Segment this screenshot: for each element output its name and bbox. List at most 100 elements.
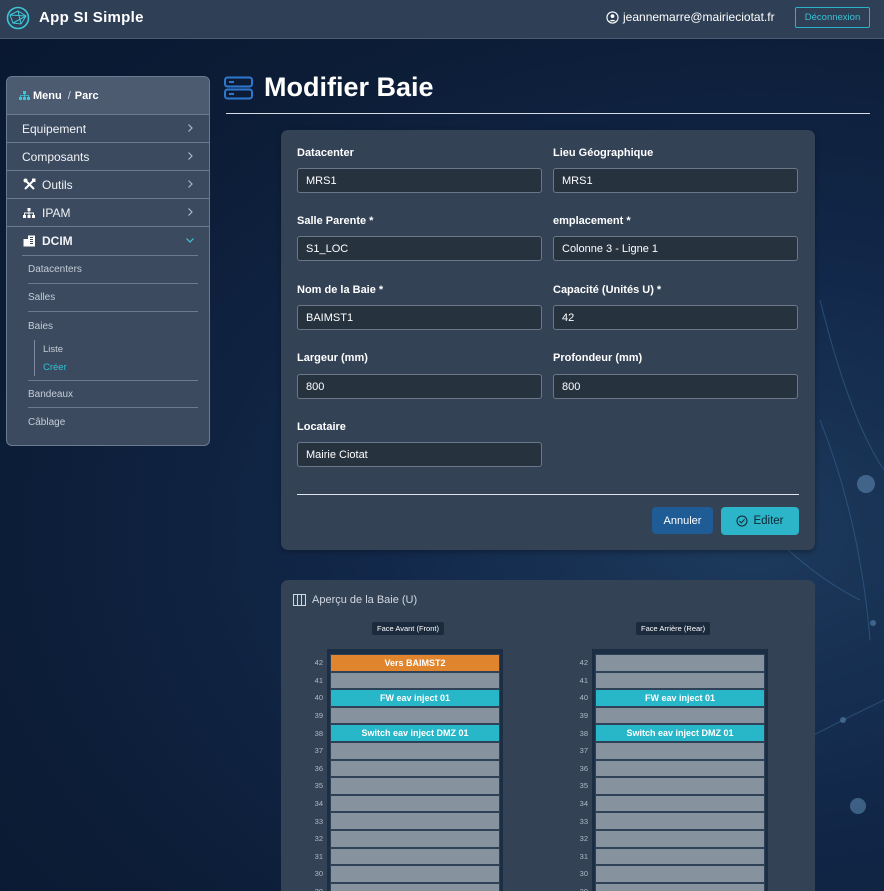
unit-number: 33 <box>314 816 323 826</box>
rack-device-slot[interactable]: Vers BAIMST2 <box>330 654 500 672</box>
rack-device-slot[interactable]: Switch eav inject DMZ 01 <box>595 724 765 742</box>
top-bar: App SI Simple jeannemarre@mairieciotat.f… <box>0 0 884 39</box>
logout-button[interactable]: Déconnexion <box>795 7 870 28</box>
rack-empty-slot[interactable] <box>595 847 765 866</box>
lieu-field[interactable]: MRS1 <box>553 168 798 193</box>
unit-number: 32 <box>579 834 588 844</box>
capacite-field[interactable]: 42 <box>553 305 798 330</box>
rack-empty-slot[interactable] <box>330 777 500 795</box>
unit-number: 32 <box>314 834 323 844</box>
unit-number: 36 <box>314 763 323 773</box>
emplacement-field[interactable]: Colonne 3 - Ligne 1 <box>553 236 798 261</box>
rack-empty-slot[interactable] <box>595 865 765 883</box>
sidebar-sub-datacenters[interactable]: Datacenters <box>28 256 198 284</box>
rack-empty-slot[interactable] <box>330 865 500 883</box>
rack-empty-slot[interactable] <box>330 759 500 778</box>
unit-number: 41 <box>579 675 588 685</box>
sidebar-item-outils[interactable]: Outils <box>7 171 209 199</box>
rack-empty-slot[interactable] <box>595 671 765 690</box>
sidebar-item-dcim[interactable]: DCIM <box>7 227 209 255</box>
rack-empty-slot[interactable] <box>330 794 500 813</box>
tools-icon <box>22 178 36 192</box>
rack-empty-slot[interactable] <box>330 829 500 848</box>
sidebar-sub-bandeaux[interactable]: Bandeaux <box>28 380 198 408</box>
rear-unit-numbers: 424140393837363534333231302928 <box>569 654 591 891</box>
page-title: Modifier Baie <box>264 72 434 102</box>
rack-empty-slot[interactable] <box>330 671 500 690</box>
nom-label: Nom de la Baie * <box>297 284 384 296</box>
breadcrumb-root[interactable]: Menu <box>33 90 62 102</box>
unit-number: 39 <box>314 711 323 721</box>
sidebar-leaf-liste[interactable]: Liste <box>43 340 198 358</box>
rack-empty-slot[interactable] <box>595 654 765 672</box>
unit-number: 37 <box>579 746 588 756</box>
rack-preview-panel: Aperçu de la Baie (U) Face Avant (Front)… <box>281 580 815 891</box>
rack-empty-slot[interactable] <box>595 882 765 891</box>
rack-device-slot[interactable]: FW eav inject 01 <box>330 689 500 707</box>
rack-empty-slot[interactable] <box>595 759 765 778</box>
unit-number: 41 <box>314 675 323 685</box>
rear-rack: FW eav inject 01 Switch eav inject DMZ 01 <box>592 649 768 891</box>
rack-device-slot[interactable]: Switch eav inject DMZ 01 <box>330 724 500 742</box>
unit-number: 30 <box>314 869 323 879</box>
chevron-right-icon <box>188 208 193 216</box>
nom-field[interactable]: BAIMST1 <box>297 305 542 330</box>
unit-number: 42 <box>579 658 588 668</box>
rack-empty-slot[interactable] <box>330 847 500 866</box>
sidebar: Menu / Parc Equipement Composants Outils… <box>6 76 210 446</box>
rack-empty-slot[interactable] <box>595 794 765 813</box>
datacenter-field[interactable]: MRS1 <box>297 168 542 193</box>
rack-empty-slot[interactable] <box>595 777 765 795</box>
unit-number: 42 <box>314 658 323 668</box>
salle-label: Salle Parente * <box>297 215 374 227</box>
sidebar-sub-salles[interactable]: Salles <box>28 284 198 312</box>
sidebar-sub-baies[interactable]: Baies <box>28 312 198 340</box>
locataire-field[interactable]: Mairie Ciotat <box>297 442 542 467</box>
chevron-right-icon <box>188 180 193 188</box>
rack-empty-slot[interactable] <box>330 741 500 760</box>
sidebar-item-label: Equipement <box>22 121 87 136</box>
building-icon <box>22 234 36 248</box>
unit-number: 40 <box>314 693 323 703</box>
check-circle-icon <box>736 515 748 527</box>
rack-empty-slot[interactable] <box>330 882 500 891</box>
cancel-button[interactable]: Annuler <box>652 507 713 534</box>
sidebar-item-ipam[interactable]: IPAM <box>7 199 209 227</box>
rack-empty-slot[interactable] <box>595 706 765 725</box>
unit-number: 33 <box>579 816 588 826</box>
salle-field[interactable]: S1_LOC <box>297 236 542 261</box>
rear-face-label: Face Arrière (Rear) <box>636 622 711 635</box>
unit-number: 36 <box>579 763 588 773</box>
locataire-label: Locataire <box>297 421 346 433</box>
unit-number: 34 <box>314 799 323 809</box>
sidebar-item-label: IPAM <box>42 205 71 220</box>
breadcrumb-current: Parc <box>74 89 99 102</box>
form-divider <box>297 494 799 495</box>
breadcrumb-separator: / <box>67 89 71 102</box>
rack-empty-slot[interactable] <box>595 812 765 830</box>
sidebar-sub-cablage[interactable]: Câblage <box>28 408 198 436</box>
page-header: Modifier Baie <box>224 72 434 103</box>
profondeur-field[interactable]: 800 <box>553 374 798 399</box>
sidebar-item-composants[interactable]: Composants <box>7 143 209 171</box>
edit-rack-form: Datacenter MRS1 Lieu Géographique MRS1 S… <box>281 130 815 550</box>
rack-empty-slot[interactable] <box>595 829 765 848</box>
app-title: App SI Simple <box>39 9 144 26</box>
unit-number: 37 <box>314 746 323 756</box>
chevron-right-icon <box>188 152 193 160</box>
sidebar-breadcrumb: Menu / Parc <box>7 77 209 115</box>
edit-button[interactable]: Editer <box>721 507 799 535</box>
baies-children: Liste Créer <box>34 340 198 376</box>
rack-empty-slot[interactable] <box>330 812 500 830</box>
sitemap-icon <box>19 90 30 100</box>
largeur-field[interactable]: 800 <box>297 374 542 399</box>
rack-empty-slot[interactable] <box>595 741 765 760</box>
rack-preview-header: Aperçu de la Baie (U) <box>293 594 417 606</box>
sidebar-item-equipement[interactable]: Equipement <box>7 115 209 143</box>
rack-preview-title: Aperçu de la Baie (U) <box>312 594 418 606</box>
unit-number: 38 <box>314 728 323 738</box>
sidebar-leaf-creer[interactable]: Créer <box>43 358 198 376</box>
rack-empty-slot[interactable] <box>330 706 500 725</box>
rack-device-slot[interactable]: FW eav inject 01 <box>595 689 765 707</box>
title-divider <box>226 113 870 114</box>
